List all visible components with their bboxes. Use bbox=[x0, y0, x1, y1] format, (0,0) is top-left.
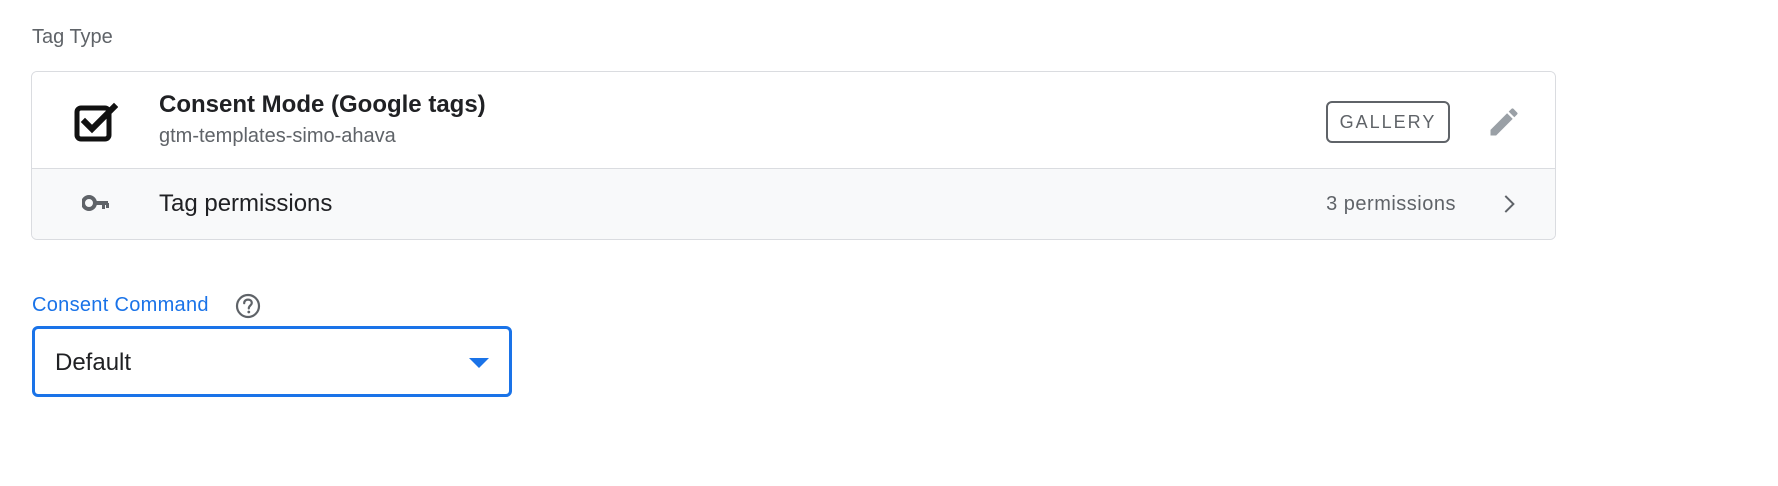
key-icon bbox=[82, 195, 109, 211]
tag-type-card: Consent Mode (Google tags) gtm-templates… bbox=[31, 71, 1556, 240]
chevron-right-icon bbox=[1504, 195, 1515, 213]
consent-command-select[interactable]: Default bbox=[32, 326, 512, 397]
tag-permissions-row[interactable]: Tag permissions 3 permissions bbox=[32, 169, 1555, 239]
tag-template-title: Consent Mode (Google tags) bbox=[159, 91, 486, 118]
pencil-icon[interactable] bbox=[1486, 104, 1522, 140]
consent-command-value: Default bbox=[55, 349, 132, 376]
help-circle-icon[interactable] bbox=[235, 293, 261, 319]
tag-template-row: Consent Mode (Google tags) gtm-templates… bbox=[32, 72, 1555, 169]
tag-template-subtitle: gtm-templates-simo-ahava bbox=[159, 125, 396, 147]
tag-type-label: Tag Type bbox=[32, 26, 113, 48]
checkbox-checked-icon bbox=[74, 102, 118, 142]
dropdown-arrow-icon bbox=[469, 358, 489, 368]
tag-permissions-label: Tag permissions bbox=[159, 190, 333, 217]
consent-command-label: Consent Command bbox=[32, 294, 209, 316]
gallery-button[interactable]: GALLERY bbox=[1326, 101, 1450, 143]
permissions-count: 3 permissions bbox=[1326, 193, 1456, 215]
